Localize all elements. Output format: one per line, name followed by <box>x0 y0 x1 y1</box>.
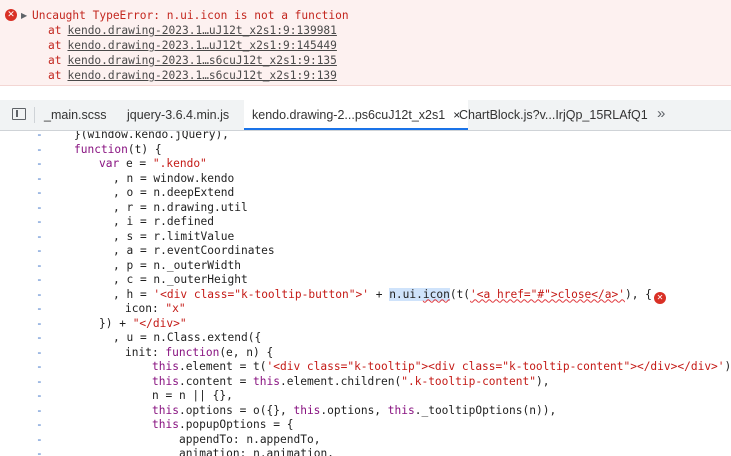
tab-label: _main.scss <box>44 108 107 122</box>
stack-frame: at kendo.drawing-2023.1…s6cuJ12t_x2s1:9:1… <box>48 53 337 68</box>
code-line: - animation: n.animation, <box>0 447 731 456</box>
diff-marker: - <box>36 447 43 456</box>
code-line: - init: function(e, n) { <box>36 345 274 359</box>
diff-marker: - <box>36 331 43 344</box>
diff-marker: - <box>36 215 43 228</box>
code-line: -, h = '<div class="k-tooltip-button">' … <box>0 287 731 304</box>
stack-frame: at kendo.drawing-2023.1…s6cuJ12t_x2s1:9:1… <box>48 68 337 83</box>
code-editor[interactable]: -}(window.kendo.jQuery), - function(t) { … <box>0 131 731 456</box>
code-line: -}) + "</div>" <box>36 316 187 330</box>
diff-marker: - <box>36 389 43 402</box>
diff-marker: - <box>36 360 43 373</box>
navigator-toggle-icon[interactable] <box>12 108 26 120</box>
code-line: - this.content = this.element.children(".… <box>36 374 550 388</box>
tab-label: ChartBlock.js?v...IrjQp_15RLAfQ1 <box>459 108 648 122</box>
code-line: - function(t) { <box>36 142 162 156</box>
stack-prefix: at <box>48 24 62 37</box>
stack-prefix: at <box>48 69 62 82</box>
diff-marker: - <box>36 186 43 199</box>
code-line: -, r = n.drawing.util <box>36 200 248 214</box>
code-line: - icon: "x" <box>36 302 186 315</box>
error-circle-icon: ✕ <box>5 9 17 21</box>
code-line: -, s = r.limitValue <box>36 229 235 243</box>
tab-kendo-drawing[interactable]: kendo.drawing-2...ps6cuJ12t_x2s1 × <box>244 100 469 130</box>
code-line: -, a = r.eventCoordinates <box>36 244 275 257</box>
diff-marker: - <box>36 374 43 388</box>
stack-link[interactable]: kendo.drawing-2023.1…s6cuJ12t_x2s1:9:135 <box>67 54 336 67</box>
code-line: - this.popupOptions = { <box>36 418 294 431</box>
code-line: -, p = n._outerWidth <box>36 258 241 272</box>
overlapped-strip <box>0 86 731 94</box>
code-line: -, n = window.kendo <box>36 171 235 185</box>
diff-marker: - <box>36 200 43 214</box>
tab-chartblock[interactable]: ChartBlock.js?v...IrjQp_15RLAfQ1 <box>459 100 648 130</box>
diff-marker: - <box>36 432 43 446</box>
diff-marker: - <box>36 316 43 330</box>
diff-marker: - <box>36 403 43 417</box>
code-line: - this.options = o({}, this.options, this… <box>36 403 557 417</box>
tab-label: jquery-3.6.4.min.js <box>127 108 230 122</box>
console-error-message: ✕ ▶ Uncaught TypeError: n.ui.icon is not… <box>0 0 731 86</box>
code-line: -}(window.kendo.jQuery), <box>0 131 731 143</box>
diff-marker: - <box>36 142 43 156</box>
divider <box>34 107 35 123</box>
diff-marker: - <box>36 345 43 359</box>
code-line: -, c = n._outerHeight <box>36 273 248 286</box>
code-line: -n = n || {}, <box>36 389 233 402</box>
diff-marker: - <box>36 418 43 431</box>
code-line: -, i = r.defined <box>36 215 215 228</box>
code-line: - var e = ".kendo" <box>36 157 207 170</box>
code-line: -, o = n.deepExtend <box>36 186 235 199</box>
stack-frame: at kendo.drawing-2023.1…uJ12t_x2s1:9:1399… <box>48 23 337 38</box>
stack-prefix: at <box>48 54 62 67</box>
code-line: - this.element = t('<div class="k-tooltip… <box>36 360 731 373</box>
more-tabs-icon[interactable]: » <box>657 100 665 128</box>
caret-right-icon[interactable]: ▶ <box>21 9 27 22</box>
stack-link[interactable]: kendo.drawing-2023.1…uJ12t_x2s1:9:139981 <box>67 24 336 37</box>
tab-main-scss[interactable]: _main.scss <box>44 100 107 130</box>
diff-marker: - <box>36 229 43 243</box>
error-text: Uncaught TypeError: n.ui.icon is not a f… <box>32 9 349 22</box>
diff-marker: - <box>36 171 43 185</box>
diff-marker: - <box>36 131 43 141</box>
code-line: - appendTo: n.appendTo, <box>36 432 321 446</box>
stack-prefix: at <box>48 39 62 52</box>
code-line: -, u = n.Class.extend({ <box>36 331 262 344</box>
tab-label: kendo.drawing-2...ps6cuJ12t_x2s1 <box>252 108 446 122</box>
diff-marker: - <box>36 287 43 301</box>
diff-marker: - <box>36 302 43 315</box>
stack-link[interactable]: kendo.drawing-2023.1…uJ12t_x2s1:9:145449 <box>67 39 336 52</box>
diff-marker: - <box>36 157 43 170</box>
diff-marker: - <box>36 244 43 257</box>
stack-link[interactable]: kendo.drawing-2023.1…s6cuJ12t_x2s1:9:139 <box>67 69 336 82</box>
editor-tab-bar: _main.scss jquery-3.6.4.min.js kendo.dra… <box>0 100 731 131</box>
diff-marker: - <box>36 258 43 272</box>
tab-jquery[interactable]: jquery-3.6.4.min.js <box>127 100 229 130</box>
stack-trace: at kendo.drawing-2023.1…uJ12t_x2s1:9:1399… <box>48 23 337 83</box>
stack-frame: at kendo.drawing-2023.1…uJ12t_x2s1:9:1454… <box>48 38 337 53</box>
diff-marker: - <box>36 273 43 286</box>
